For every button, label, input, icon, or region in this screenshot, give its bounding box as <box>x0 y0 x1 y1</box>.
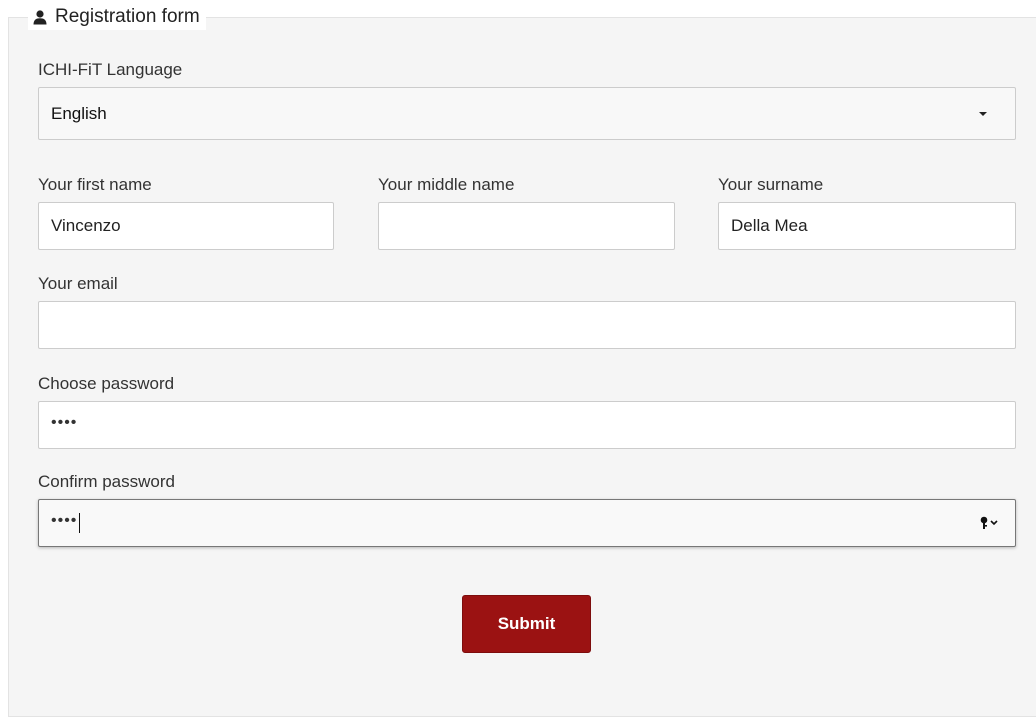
surname-input[interactable]: Della Mea <box>718 202 1016 250</box>
confirm-password-masked-value: •••• <box>51 512 78 529</box>
surname-label: Your surname <box>718 175 824 194</box>
user-icon <box>32 9 48 25</box>
language-select[interactable]: English <box>38 87 1016 140</box>
first-name-input[interactable]: Vincenzo <box>38 202 334 250</box>
email-input[interactable] <box>38 301 1016 349</box>
confirm-password-input[interactable]: •••• <box>38 499 1016 547</box>
first-name-value: Vincenzo <box>51 216 121 235</box>
registration-form-legend: Registration form <box>28 4 206 30</box>
legend-title: Registration form <box>55 6 200 27</box>
email-label: Your email <box>38 274 118 293</box>
password-masked-value: •••• <box>51 414 78 431</box>
key-icon[interactable] <box>979 514 1001 532</box>
caret-down-icon <box>979 112 987 116</box>
language-label: ICHI-FiT Language <box>38 60 183 79</box>
language-selected-value: English <box>51 103 107 123</box>
middle-name-label: Your middle name <box>378 175 515 194</box>
middle-name-input[interactable] <box>378 202 675 250</box>
surname-value: Della Mea <box>731 216 808 235</box>
password-input[interactable]: •••• <box>38 401 1016 449</box>
submit-button[interactable]: Submit <box>462 595 591 653</box>
text-cursor <box>79 513 81 533</box>
password-label: Choose password <box>38 374 175 393</box>
first-name-label: Your first name <box>38 175 152 194</box>
confirm-password-label: Confirm password <box>38 472 175 491</box>
